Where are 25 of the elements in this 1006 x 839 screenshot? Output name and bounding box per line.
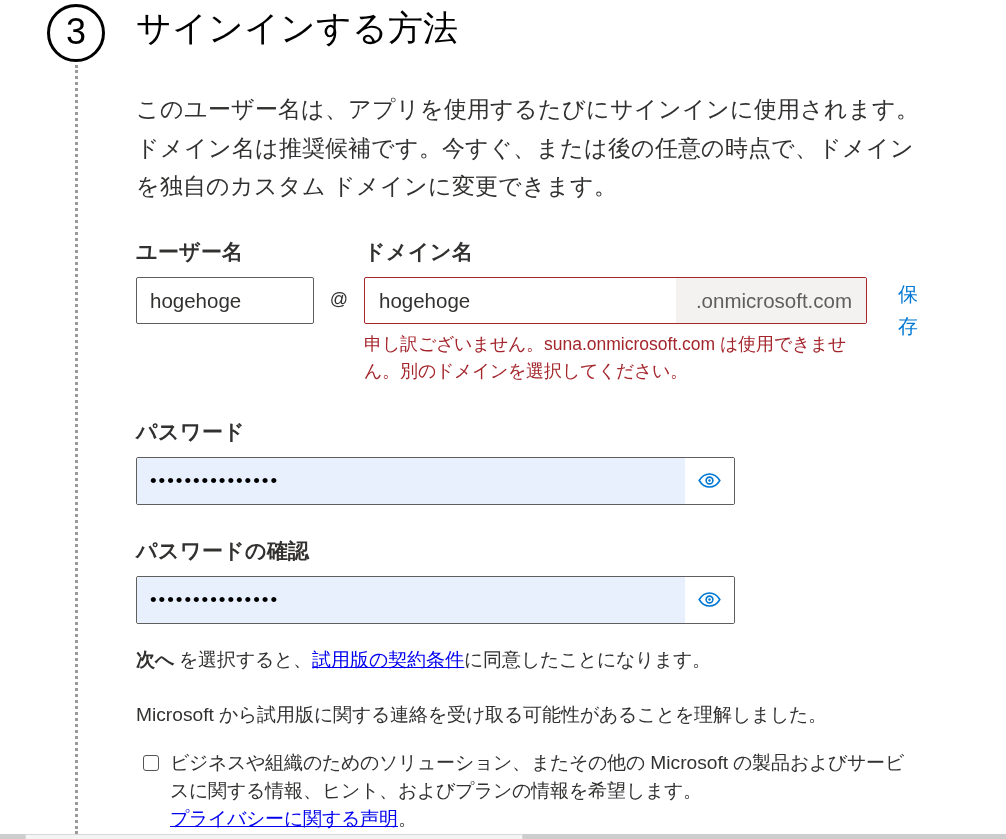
username-label: ユーザー名	[136, 238, 243, 265]
privacy-statement-link[interactable]: プライバシーに関する声明	[170, 807, 398, 829]
terms-link[interactable]: 試用版の契約条件	[312, 648, 465, 670]
description-text: このユーザー名は、アプリを使用するたびにサインインに使用されます。ドメイン名は推奨候補です。今すぐ、または後の任意の時点で、ドメインを独自のカスタム ドメインに変更できます。	[136, 95, 920, 201]
password-label: パスワードの確認	[136, 537, 309, 564]
section-title: サインインする方法	[136, 8, 459, 48]
notice-text: Microsoft から試用版に関する連絡を受け取る可能性があることを理解しました。	[136, 702, 829, 727]
checkbox[interactable]	[143, 754, 159, 771]
marketing-consent-text: ビジネスや組織のためのソリューション、またその他の Microsoft の製品およびサービスに関する情報、ヒント、およびプランの情報を希望します。 プライバシーに関する声明。	[170, 750, 906, 831]
password-label: パスワード	[136, 418, 245, 445]
domain-error-message: 申し訳ございません。suna.onmicrosoft.com は使用できません。別のドメインを選択してください。	[364, 332, 848, 383]
domain-field[interactable]: hogehoge .onmicrosoft.com	[364, 276, 867, 324]
scrollbar-thumb[interactable]	[25, 834, 523, 839]
eye-icon	[698, 592, 721, 607]
at-sign: @	[329, 287, 349, 311]
password-field[interactable]: •••••••••••••••	[136, 575, 735, 624]
save-link[interactable]: 保存	[898, 277, 918, 342]
terms-text: 次へ を選択すると、試用版の契約条件に同意したことになります。	[136, 647, 713, 672]
password-field[interactable]: •••••••••••••••	[136, 456, 735, 505]
horizontal-scrollbar[interactable]	[0, 834, 1006, 839]
domain-label: ドメイン名	[364, 238, 473, 265]
username-field[interactable]: hogehoge	[136, 276, 314, 324]
eye-icon	[698, 473, 721, 488]
domain-suffix: .onmicrosoft.com	[676, 277, 866, 323]
step-number: 3	[47, 4, 105, 62]
